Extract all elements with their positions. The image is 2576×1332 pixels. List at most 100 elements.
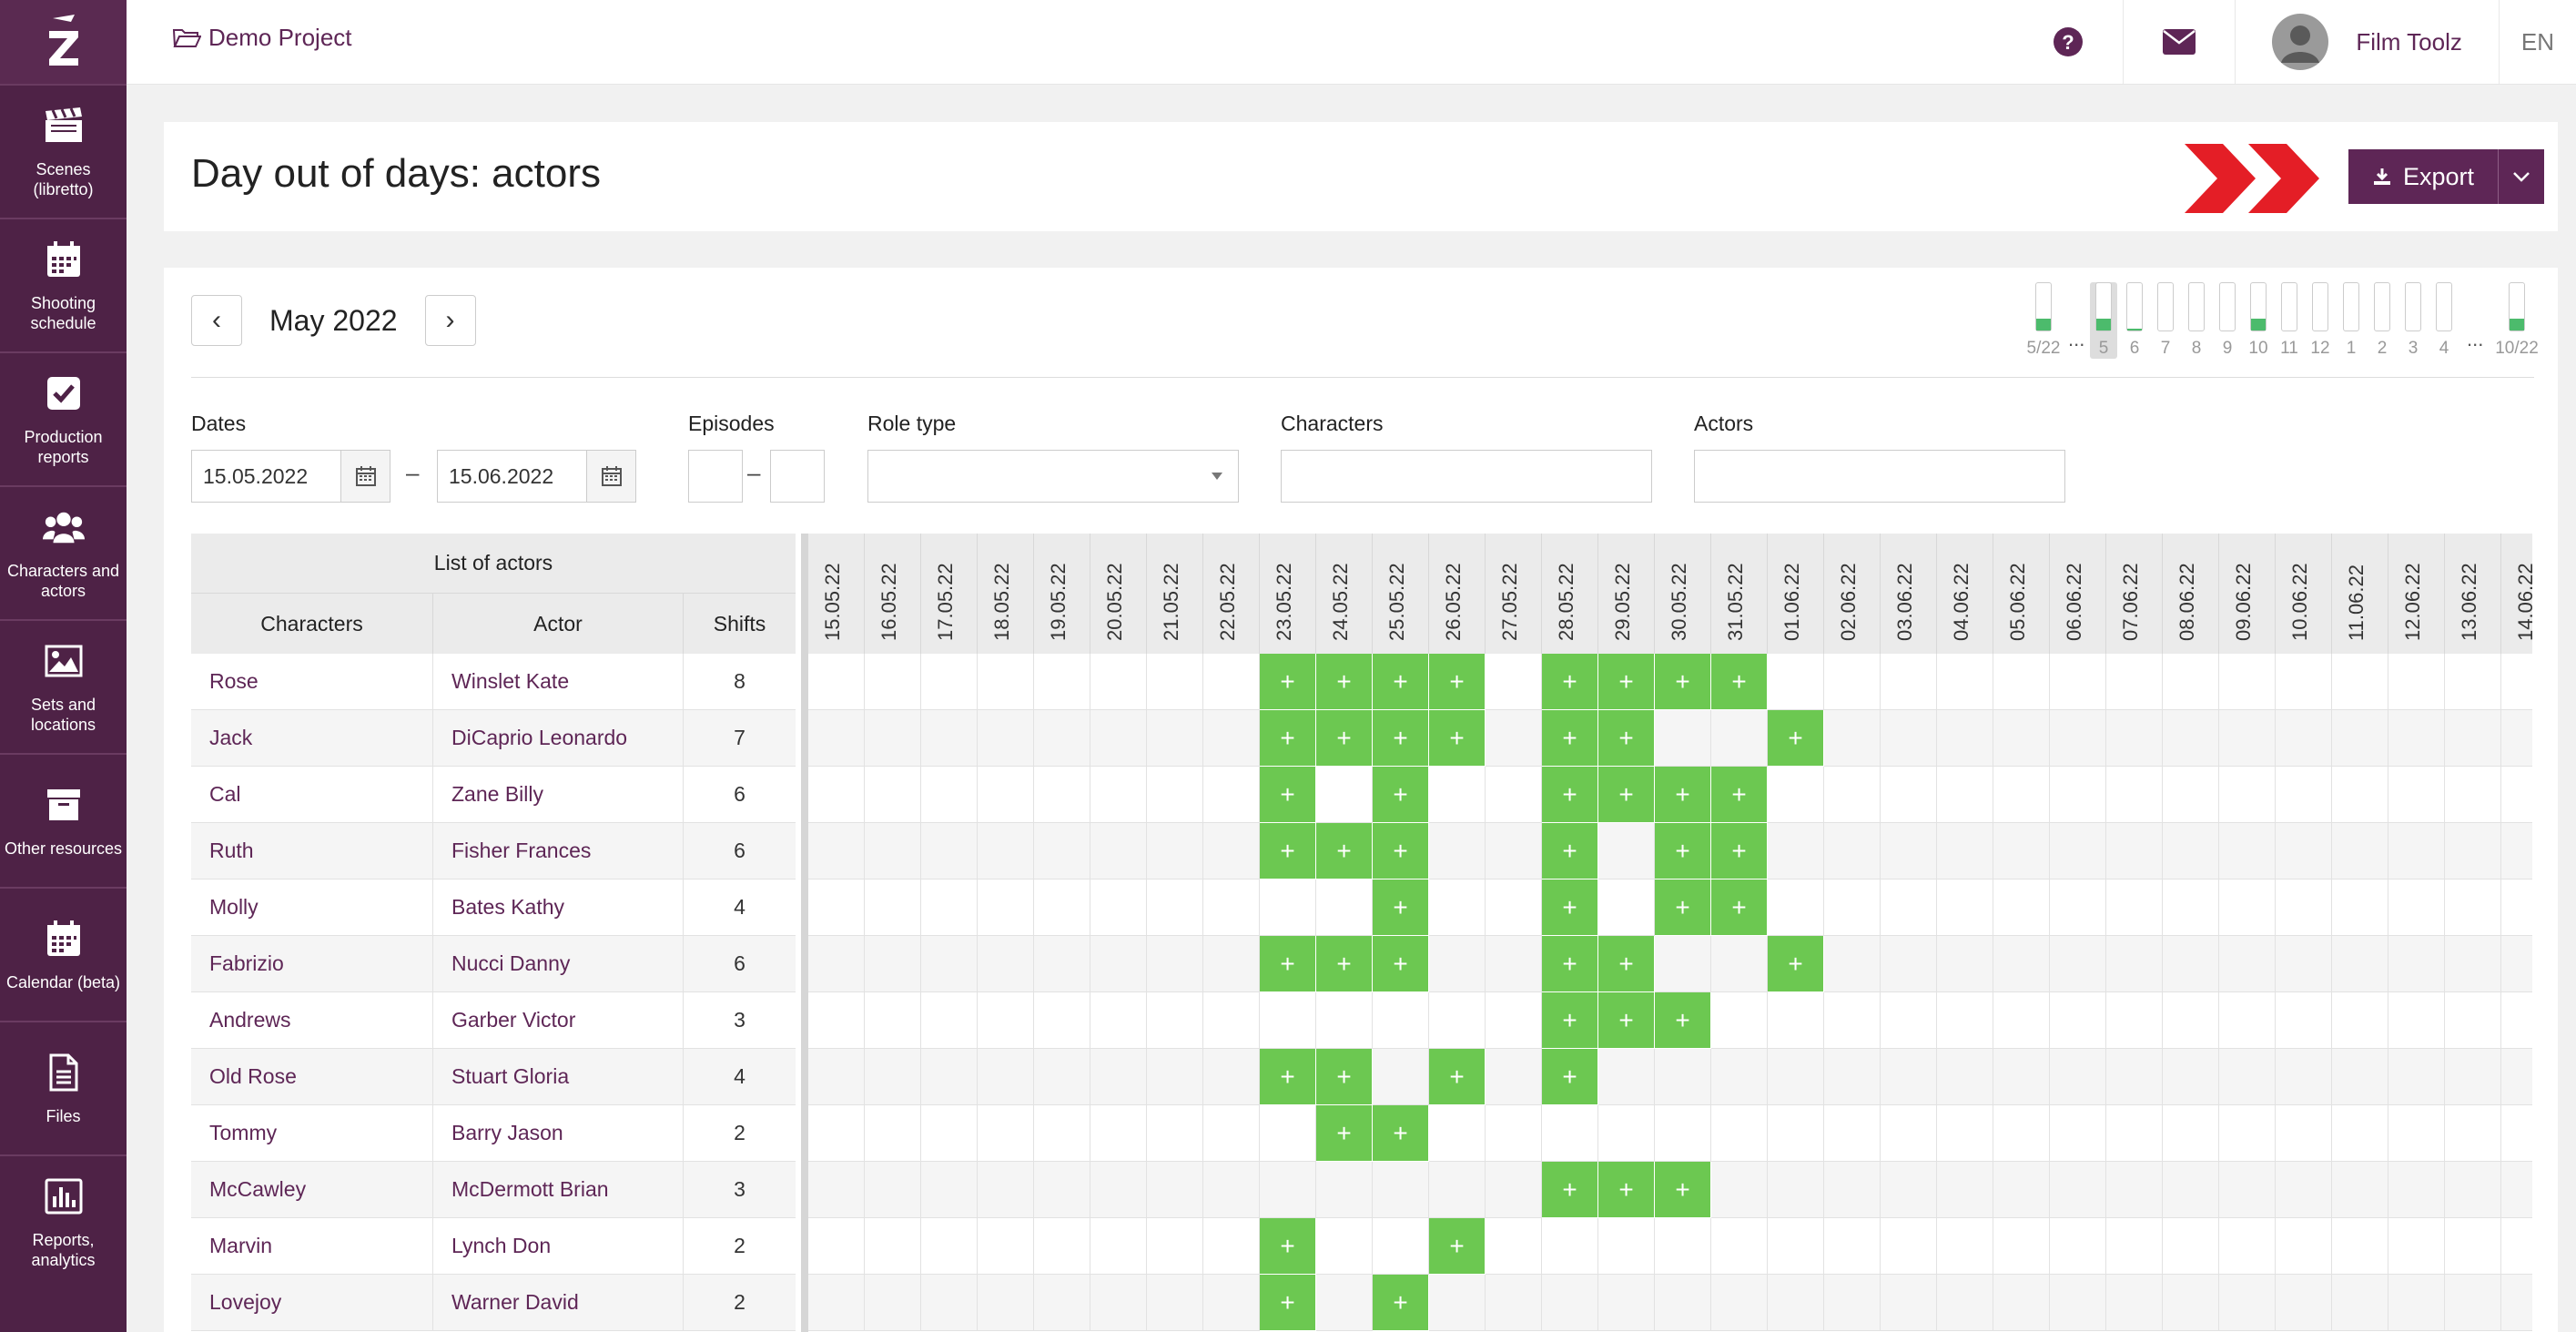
shift-cell-booked[interactable]: + <box>1373 823 1429 880</box>
shift-cell-booked[interactable]: + <box>1655 992 1711 1049</box>
shift-cell[interactable] <box>1090 1162 1147 1218</box>
month-bar-first[interactable]: 5/22 <box>2021 282 2066 359</box>
shift-cell[interactable] <box>1429 1105 1486 1162</box>
shift-cell-booked[interactable]: + <box>1598 992 1655 1049</box>
shift-cell[interactable] <box>1429 823 1486 880</box>
shift-cell[interactable] <box>2163 1105 2219 1162</box>
shift-cell[interactable] <box>1260 1105 1316 1162</box>
shift-cell[interactable] <box>1655 1218 1711 1275</box>
shift-cell[interactable] <box>865 880 921 936</box>
month-bar-last[interactable]: 10/22 <box>2494 282 2540 359</box>
shift-cell[interactable] <box>865 1162 921 1218</box>
shift-cell[interactable] <box>2219 992 2276 1049</box>
shift-cell[interactable] <box>2445 710 2501 767</box>
shift-cell-booked[interactable]: + <box>1260 823 1316 880</box>
shift-cell-booked[interactable]: + <box>1598 767 1655 823</box>
shift-cell-booked[interactable]: + <box>1542 880 1598 936</box>
shift-cell[interactable] <box>921 992 978 1049</box>
shift-cell-booked[interactable]: + <box>1711 767 1768 823</box>
shift-cell[interactable] <box>1486 823 1542 880</box>
month-bar-1[interactable]: 1 <box>2338 282 2365 359</box>
shift-cell[interactable] <box>2276 654 2332 710</box>
shift-cell-booked[interactable]: + <box>1711 654 1768 710</box>
export-dropdown-toggle[interactable] <box>2499 149 2544 204</box>
shift-cell-booked[interactable]: + <box>1598 936 1655 992</box>
shift-cell[interactable] <box>1147 1162 1203 1218</box>
shift-cell-booked[interactable]: + <box>1655 880 1711 936</box>
sidebar-item-production-reports[interactable]: Production reports <box>0 351 127 485</box>
shift-cell[interactable] <box>1147 767 1203 823</box>
actor-link[interactable]: Stuart Gloria <box>433 1049 684 1104</box>
shift-cell[interactable] <box>1090 1275 1147 1331</box>
shift-cell[interactable] <box>1881 936 1937 992</box>
shift-cell[interactable] <box>1937 992 1993 1049</box>
actor-link[interactable]: Barry Jason <box>433 1105 684 1161</box>
character-link[interactable]: Fabrizio <box>191 936 433 991</box>
shift-cell[interactable] <box>1937 936 1993 992</box>
shift-cell[interactable] <box>1147 936 1203 992</box>
shift-cell[interactable] <box>1768 1162 1824 1218</box>
shift-cell[interactable] <box>2219 1162 2276 1218</box>
shift-cell[interactable] <box>1824 1105 1881 1162</box>
shift-cell-booked[interactable]: + <box>1260 1218 1316 1275</box>
shift-cell[interactable] <box>1711 1105 1768 1162</box>
shift-cell[interactable] <box>2276 992 2332 1049</box>
shift-cell[interactable] <box>1881 1162 1937 1218</box>
shift-cell[interactable] <box>2163 1049 2219 1105</box>
shift-cell[interactable] <box>1824 992 1881 1049</box>
shift-cell[interactable] <box>2106 880 2163 936</box>
month-bar-12[interactable]: 12 <box>2307 282 2334 359</box>
shift-cell[interactable] <box>1203 1218 1260 1275</box>
shift-cell[interactable] <box>2445 823 2501 880</box>
actor-link[interactable]: Nucci Danny <box>433 936 684 991</box>
shift-cell[interactable] <box>1034 1218 1090 1275</box>
shift-cell-booked[interactable]: + <box>1542 936 1598 992</box>
shift-cell-booked[interactable]: + <box>1598 1162 1655 1218</box>
shift-cell[interactable] <box>1598 1275 1655 1331</box>
shift-cell[interactable] <box>1090 1049 1147 1105</box>
shift-cell-booked[interactable]: + <box>1373 654 1429 710</box>
shift-cell[interactable] <box>2163 767 2219 823</box>
shift-cell[interactable] <box>1147 1218 1203 1275</box>
shift-cell[interactable] <box>921 1105 978 1162</box>
shift-cell-booked[interactable]: + <box>1655 654 1711 710</box>
shift-cell[interactable] <box>1937 823 1993 880</box>
shift-cell[interactable] <box>865 1218 921 1275</box>
shift-cell[interactable] <box>1429 1162 1486 1218</box>
actor-link[interactable]: Warner David <box>433 1275 684 1330</box>
shift-cell[interactable] <box>1824 710 1881 767</box>
shift-cell[interactable] <box>1937 1049 1993 1105</box>
shift-cell-booked[interactable]: + <box>1711 880 1768 936</box>
shift-cell-booked[interactable]: + <box>1542 1049 1598 1105</box>
month-bar-10[interactable]: 10 <box>2245 282 2272 359</box>
actors-filter-input[interactable] <box>1694 450 2065 503</box>
shift-cell[interactable] <box>1711 992 1768 1049</box>
shift-cell[interactable] <box>2163 1275 2219 1331</box>
shift-cell[interactable] <box>865 936 921 992</box>
shift-cell-booked[interactable]: + <box>1316 823 1373 880</box>
help-button[interactable]: ? <box>2013 0 2123 84</box>
shift-cell-booked[interactable]: + <box>1655 767 1711 823</box>
shift-cell[interactable] <box>2276 936 2332 992</box>
shift-cell[interactable] <box>1993 992 2050 1049</box>
shift-cell[interactable] <box>2106 992 2163 1049</box>
shift-cell[interactable] <box>1486 992 1542 1049</box>
character-link[interactable]: Molly <box>191 880 433 935</box>
shift-cell-booked[interactable]: + <box>1316 1049 1373 1105</box>
shift-cell[interactable] <box>1147 654 1203 710</box>
shift-cell[interactable] <box>2332 992 2388 1049</box>
shift-cell-booked[interactable]: + <box>1316 1105 1373 1162</box>
character-link[interactable]: Cal <box>191 767 433 822</box>
shift-cell[interactable] <box>1993 1275 2050 1331</box>
date-to-picker-button[interactable] <box>587 450 636 503</box>
shift-cell-booked[interactable]: + <box>1598 710 1655 767</box>
shift-cell[interactable] <box>865 992 921 1049</box>
shift-cell[interactable] <box>1147 1275 1203 1331</box>
shift-cell-booked[interactable]: + <box>1260 767 1316 823</box>
shift-cell[interactable] <box>921 823 978 880</box>
shift-cell[interactable] <box>2219 1105 2276 1162</box>
shift-cell[interactable] <box>2332 1049 2388 1105</box>
shift-cell[interactable] <box>865 710 921 767</box>
shift-cell[interactable] <box>978 1162 1034 1218</box>
sidebar-item-calendar-beta[interactable]: Calendar (beta) <box>0 887 127 1021</box>
